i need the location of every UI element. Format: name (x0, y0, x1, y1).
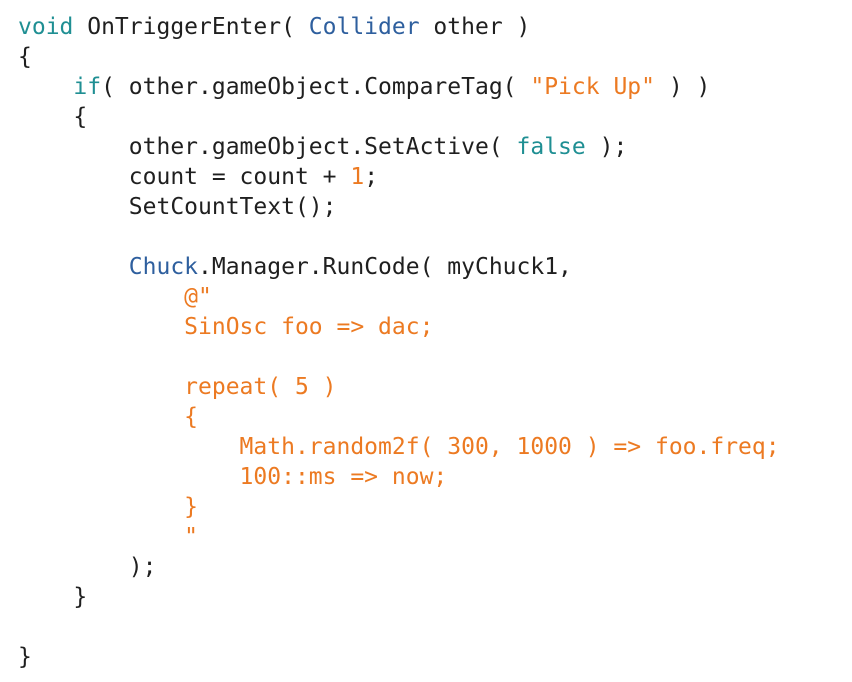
type-token: Collider (308, 14, 420, 40)
string-token: } (18, 494, 199, 520)
code-text-token: other ) (419, 14, 531, 40)
code-line[interactable] (18, 342, 780, 372)
code-line[interactable]: repeat( 5 ) (18, 372, 780, 402)
code-editor[interactable]: void OnTriggerEnter( Collider other ){ i… (0, 0, 852, 682)
code-line[interactable] (18, 222, 780, 252)
code-line[interactable] (18, 612, 780, 642)
string-token: Math.random2f( 300, 1000 ) => foo.freq; (18, 434, 780, 460)
code-line[interactable]: SetCountText(); (18, 192, 780, 222)
code-text-token: ); (585, 134, 628, 160)
string-token: 100::ms => now; (18, 464, 448, 490)
code-line[interactable]: SinOsc foo => dac; (18, 312, 780, 342)
code-text-token: SetCountText(); (18, 194, 337, 220)
code-text-token: ; (364, 164, 379, 190)
string-token: repeat( 5 ) (18, 374, 337, 400)
code-text-token: ); (18, 554, 157, 580)
keyword-token: void (18, 14, 74, 40)
string-token: " (18, 524, 199, 550)
code-text-token: .Manager.RunCode( myChuck1, (198, 254, 572, 280)
code-line[interactable]: void OnTriggerEnter( Collider other ) (18, 12, 780, 42)
code-text-token: } (18, 584, 88, 610)
keyword-token: if (73, 74, 102, 100)
code-line[interactable]: ); (18, 552, 780, 582)
code-text-token: { (18, 104, 88, 130)
code-line[interactable]: @" (18, 282, 780, 312)
code-block[interactable]: void OnTriggerEnter( Collider other ){ i… (18, 12, 780, 672)
code-text-token: count = count + (18, 164, 351, 190)
code-text-token: ) ) (654, 74, 711, 100)
code-line[interactable]: other.gameObject.SetActive( false ); (18, 132, 780, 162)
keyword-token: false (516, 134, 586, 160)
code-line[interactable]: count = count + 1; (18, 162, 780, 192)
code-line[interactable]: { (18, 42, 780, 72)
code-text-token: ( other.gameObject.CompareTag( (101, 74, 531, 100)
code-line[interactable]: if( other.gameObject.CompareTag( "Pick U… (18, 72, 780, 102)
code-line[interactable]: { (18, 402, 780, 432)
code-line[interactable]: } (18, 582, 780, 612)
code-text-token: other.gameObject.SetActive( (18, 134, 517, 160)
code-line[interactable]: 100::ms => now; (18, 462, 780, 492)
number-token: 1 (350, 164, 365, 190)
string-token: { (18, 404, 199, 430)
code-line[interactable]: Chuck.Manager.RunCode( myChuck1, (18, 252, 780, 282)
code-text-token: } (18, 644, 32, 670)
string-token: "Pick Up" (530, 74, 655, 100)
code-line[interactable]: } (18, 492, 780, 522)
code-text-token: { (18, 44, 32, 70)
code-line[interactable]: " (18, 522, 780, 552)
type-token: Chuck (128, 254, 199, 280)
string-token: @" (18, 284, 212, 310)
string-token: SinOsc foo => dac; (18, 314, 434, 340)
code-line[interactable]: } (18, 642, 780, 672)
code-text-token: OnTriggerEnter( (73, 14, 309, 40)
code-line[interactable]: Math.random2f( 300, 1000 ) => foo.freq; (18, 432, 780, 462)
code-line[interactable]: { (18, 102, 780, 132)
